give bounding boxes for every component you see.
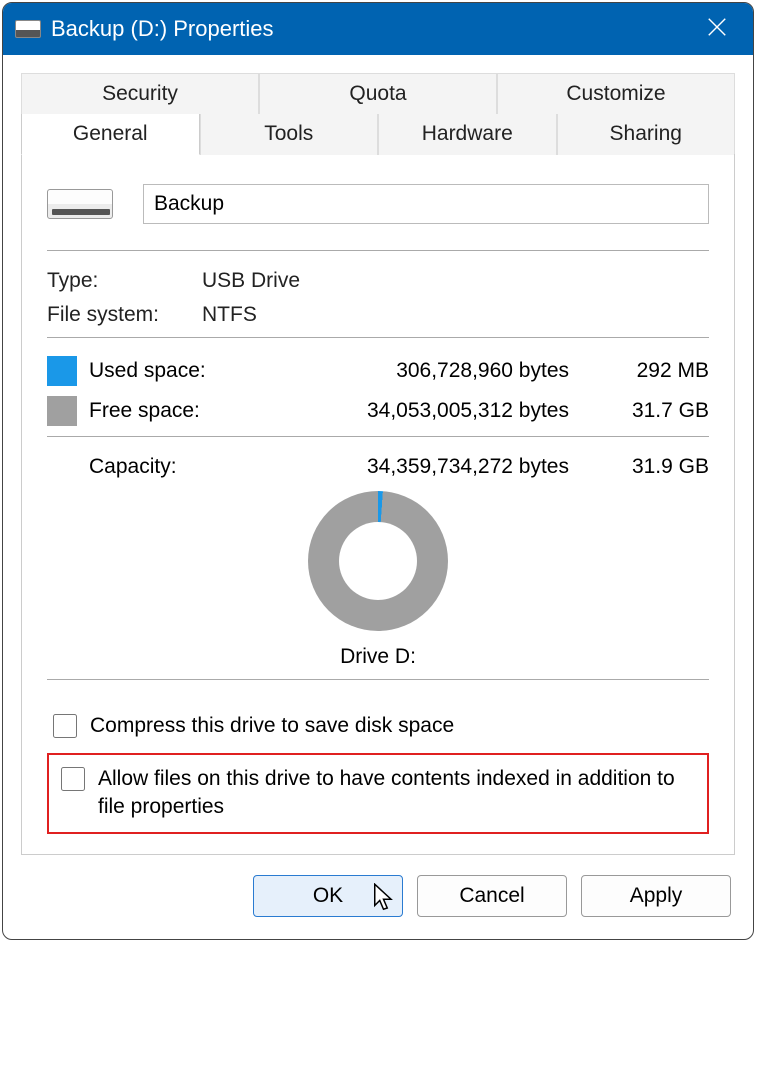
index-checkbox[interactable]	[61, 767, 85, 791]
space-rows: Used space: 306,728,960 bytes 292 MB Fre…	[47, 356, 709, 426]
window-title: Backup (D:) Properties	[51, 16, 693, 42]
drive-letter-label: Drive D:	[340, 645, 416, 669]
used-space-bytes: 306,728,960 bytes	[259, 359, 609, 383]
compress-label: Compress this drive to save disk space	[90, 712, 707, 740]
capacity-row: Capacity: 34,359,734,272 bytes 31.9 GB	[47, 455, 709, 479]
separator	[47, 436, 709, 437]
type-value: USB Drive	[202, 269, 300, 293]
separator	[47, 250, 709, 251]
tab-content-general: Type: USB Drive File system: NTFS Used s…	[21, 154, 735, 855]
dialog-buttons: OK Cancel Apply	[3, 855, 753, 939]
drive-mini-icon	[15, 20, 41, 38]
used-swatch-icon	[47, 356, 77, 386]
drive-name-row	[47, 184, 709, 224]
tabs-row-1: Security Quota Customize	[21, 73, 735, 114]
usage-donut-chart	[308, 491, 448, 631]
tabs-area: Security Quota Customize General Tools H…	[3, 55, 753, 855]
tab-security[interactable]: Security	[21, 73, 259, 114]
close-icon	[706, 16, 728, 38]
titlebar: Backup (D:) Properties	[3, 3, 753, 55]
drive-icon	[47, 189, 113, 219]
used-space-human: 292 MB	[609, 359, 709, 383]
type-label: Type:	[47, 269, 202, 293]
used-space-label: Used space:	[89, 359, 259, 383]
usage-chart-wrap: Drive D:	[47, 491, 709, 669]
tab-general[interactable]: General	[21, 114, 200, 155]
index-label: Allow files on this drive to have conten…	[98, 765, 699, 822]
capacity-human: 31.9 GB	[609, 455, 709, 479]
capacity-label: Capacity:	[47, 455, 259, 479]
separator	[47, 679, 709, 680]
free-space-label: Free space:	[89, 399, 259, 423]
apply-button[interactable]: Apply	[581, 875, 731, 917]
free-swatch-icon	[47, 396, 77, 426]
properties-dialog: Backup (D:) Properties Security Quota Cu…	[2, 2, 754, 940]
checkbox-group: Compress this drive to save disk space A…	[47, 708, 709, 834]
tab-tools[interactable]: Tools	[200, 114, 379, 155]
highlighted-option: Allow files on this drive to have conten…	[47, 753, 709, 834]
tab-customize[interactable]: Customize	[497, 73, 735, 114]
free-space-human: 31.7 GB	[609, 399, 709, 423]
filesystem-row: File system: NTFS	[47, 303, 709, 327]
index-check-row[interactable]: Allow files on this drive to have conten…	[55, 761, 701, 826]
ok-button[interactable]: OK	[253, 875, 403, 917]
free-space-bytes: 34,053,005,312 bytes	[259, 399, 609, 423]
tab-sharing[interactable]: Sharing	[557, 114, 736, 155]
capacity-bytes: 34,359,734,272 bytes	[259, 455, 609, 479]
free-space-row: Free space: 34,053,005,312 bytes 31.7 GB	[47, 396, 709, 426]
separator	[47, 337, 709, 338]
tabs-row-2: General Tools Hardware Sharing	[21, 114, 735, 155]
type-row: Type: USB Drive	[47, 269, 709, 293]
tab-quota[interactable]: Quota	[259, 73, 497, 114]
compress-checkbox[interactable]	[53, 714, 77, 738]
filesystem-label: File system:	[47, 303, 202, 327]
filesystem-value: NTFS	[202, 303, 257, 327]
close-button[interactable]	[693, 16, 741, 43]
compress-check-row[interactable]: Compress this drive to save disk space	[47, 708, 709, 745]
cancel-button[interactable]: Cancel	[417, 875, 567, 917]
tab-hardware[interactable]: Hardware	[378, 114, 557, 155]
drive-name-input[interactable]	[143, 184, 709, 224]
used-space-row: Used space: 306,728,960 bytes 292 MB	[47, 356, 709, 386]
